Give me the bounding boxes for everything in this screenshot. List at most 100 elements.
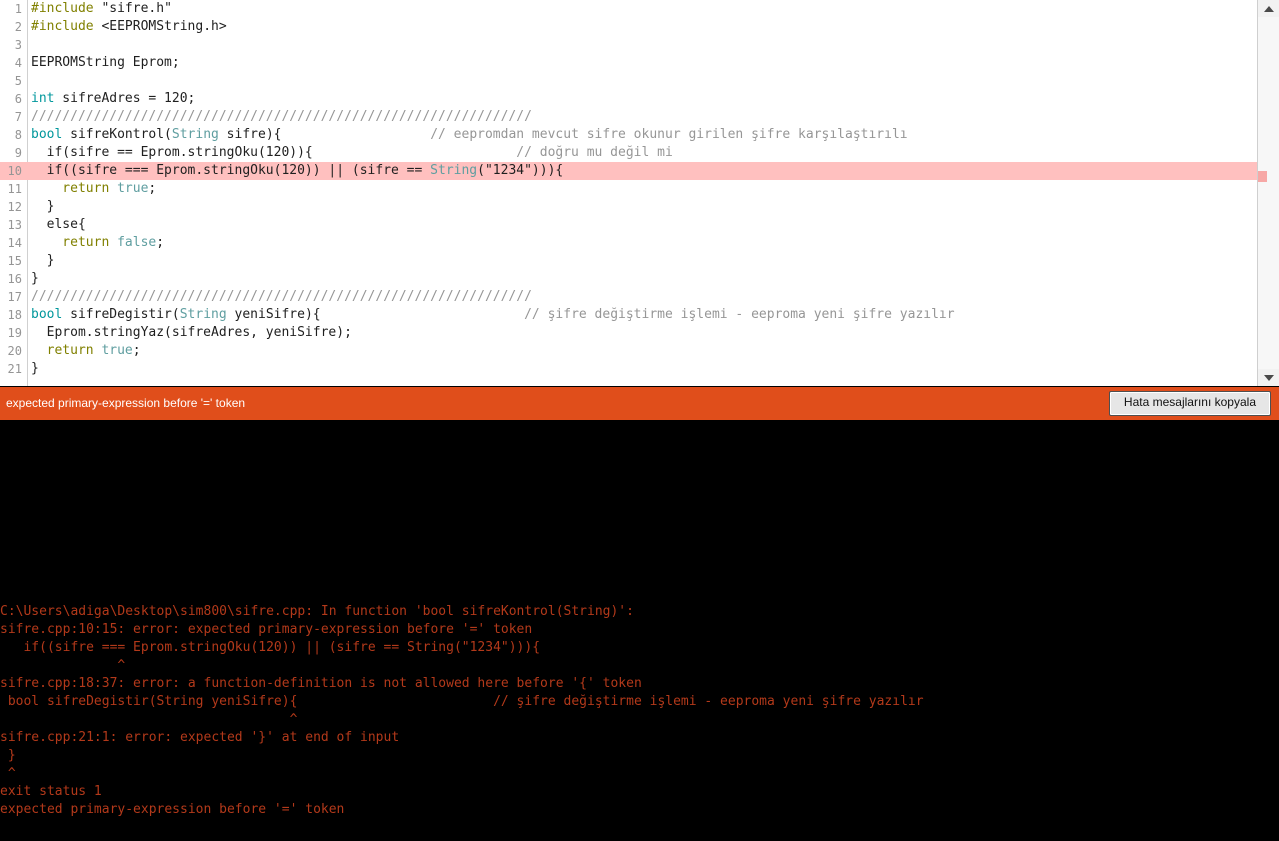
console-line: } [0,748,16,763]
code-line[interactable]: 20 return true; [0,342,1257,360]
code-token: return [31,181,118,196]
code-line-text: ////////////////////////////////////////… [31,288,532,306]
code-line-text: EEPROMString Eprom; [31,54,180,72]
code-token: } [31,361,39,376]
code-token: } [31,253,55,268]
editor-vertical-scrollbar[interactable] [1257,0,1279,386]
scrollbar-down-arrow-icon [1263,374,1274,381]
code-editor-pane[interactable]: 1 #include "sifre.h" 2 #include <EEPROMStri… [0,0,1279,386]
code-token: true [117,181,149,196]
code-line[interactable]: 15 } [0,252,1257,270]
code-line-text: } [31,198,55,216]
scrollbar-up-button[interactable] [1258,0,1279,17]
code-token: false [117,235,157,250]
code-line-text: int sifreAdres = 120; [31,90,195,108]
line-number: 7 [14,110,22,124]
scrollbar-track[interactable] [1258,17,1279,369]
code-token: EEPROMString Eprom; [31,55,180,70]
code-token: ; [132,343,141,358]
code-line[interactable]: 5 [0,72,1257,90]
console-line: bool sifreDegistir(String yeniSifre){ //… [0,694,924,709]
code-token: ////////////////////////////////////////… [31,289,532,304]
line-number: 16 [7,272,22,286]
code-line-text: ////////////////////////////////////////… [31,108,532,126]
code-line[interactable]: 21} [0,360,1257,378]
line-number: 18 [7,308,22,322]
code-line-text: return true; [31,342,141,360]
console-line-list: C:\Users\adiga\Desktop\sim800\sifre.cpp:… [0,603,1279,819]
code-token: return [31,343,102,358]
code-token: String [179,307,227,322]
code-line[interactable]: 4 EEPROMString Eprom; [0,54,1257,72]
line-number: 13 [7,218,22,232]
code-line-text: } [31,360,39,378]
code-line-text: Eprom.stringYaz(sifreAdres, yeniSifre); [31,324,352,342]
code-token: true [101,343,133,358]
code-line-text: bool sifreKontrol(String sifre){ // eepr… [31,126,908,144]
line-number: 11 [7,182,22,196]
code-token: // doğru mu değil mi [516,145,673,160]
code-line-text: if(sifre == Eprom.stringOku(120)){ // do… [31,144,673,162]
line-number: 9 [14,146,22,160]
code-line[interactable]: 1 #include "sifre.h" [0,0,1257,18]
code-token: sifreKontrol( [62,127,172,142]
line-number: 4 [14,56,22,70]
code-token: else{ [31,217,86,232]
code-token: yeniSifre){ [226,307,525,322]
code-token: ////////////////////////////////////////… [31,109,532,124]
error-status-bar: expected primary-expression before '=' t… [0,386,1279,420]
code-line[interactable]: 6 int sifreAdres = 120; [0,90,1257,108]
line-number: 5 [14,74,22,88]
console-line: ^ [0,712,298,727]
line-number: 10 [7,164,22,178]
code-token: sifreAdres = 120; [54,91,196,106]
code-line-text: return true; [31,180,156,198]
code-line[interactable]: 10 if((sifre === Eprom.stringOku(120)) |… [0,162,1257,180]
code-token: int [31,91,55,106]
code-token: return [31,235,118,250]
code-token: } [31,199,55,214]
copy-error-messages-button[interactable]: Hata mesajlarını kopyala [1108,391,1271,416]
line-number: 2 [14,20,22,34]
code-token: sifreDegistir( [62,307,180,322]
code-line[interactable]: 12 } [0,198,1257,216]
code-line[interactable]: 2 #include <EEPROMString.h> [0,18,1257,36]
code-token: bool [31,127,63,142]
compiler-output-console[interactable]: C:\Users\adiga\Desktop\sim800\sifre.cpp:… [0,420,1279,841]
console-line: sifre.cpp:21:1: error: expected '}' at e… [0,730,400,745]
code-token: // eepromdan mevcut sifre okunur girilen… [430,127,908,142]
code-line-text: #include <EEPROMString.h> [31,18,227,36]
code-line[interactable]: 3 [0,36,1257,54]
code-token: ; [156,235,165,250]
code-line-text: } [31,252,55,270]
line-number: 3 [14,38,22,52]
code-line[interactable]: 8 bool sifreKontrol(String sifre){ // eep… [0,126,1257,144]
code-token: } [31,271,39,286]
code-token: String [171,127,219,142]
console-line: ^ [0,766,16,781]
scrollbar-error-marker-icon[interactable] [1258,171,1267,182]
code-line-text: bool sifreDegistir(String yeniSifre){ //… [31,306,955,324]
code-line-text: if((sifre === Eprom.stringOku(120)) || (… [31,162,564,180]
code-line[interactable]: 18 bool sifreDegistir(String yeniSifre){ … [0,306,1257,324]
code-text-area[interactable]: 1 #include "sifre.h" 2 #include <EEPROMStri… [0,0,1257,386]
code-token: ("1234"))){ [477,163,564,178]
code-line[interactable]: 17 //////////////////////////////////////… [0,288,1257,306]
code-line[interactable]: 13 else{ [0,216,1257,234]
code-line[interactable]: 7 ///////////////////////////////////////… [0,108,1257,126]
code-line[interactable]: 14 return false; [0,234,1257,252]
code-line-list: 1 #include "sifre.h" 2 #include <EEPROMStri… [0,0,1257,378]
code-line-text: return false; [31,234,164,252]
code-line[interactable]: 9 if(sifre == Eprom.stringOku(120)){ // … [0,144,1257,162]
line-number: 21 [7,362,22,376]
code-line[interactable]: 16} [0,270,1257,288]
console-line: expected primary-expression before '=' t… [0,802,345,817]
code-token: <EEPROMString.h> [101,19,227,34]
code-line[interactable]: 11 return true; [0,180,1257,198]
line-number: 20 [7,344,22,358]
line-number: 17 [7,290,22,304]
code-line[interactable]: 19 Eprom.stringYaz(sifreAdres, yeniSifre… [0,324,1257,342]
console-line: sifre.cpp:18:37: error: a function-defin… [0,676,642,691]
scrollbar-down-button[interactable] [1258,369,1279,386]
code-token: // şifre değiştirme işlemi - eeproma yen… [524,307,955,322]
